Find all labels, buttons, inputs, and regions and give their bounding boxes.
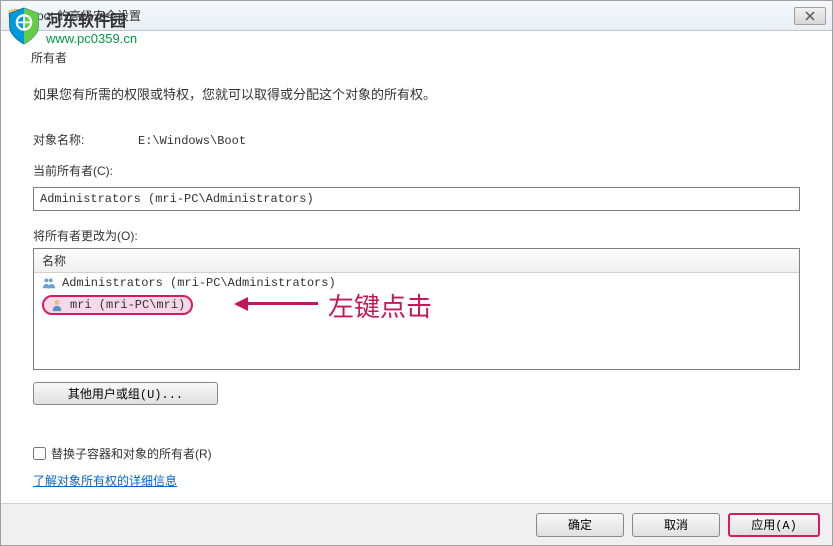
- change-owner-label: 将所有者更改为(O):: [33, 227, 800, 244]
- current-owner-label-row: 当前所有者(C):: [33, 162, 808, 179]
- user-icon: [50, 297, 66, 313]
- cancel-button[interactable]: 取消: [632, 513, 720, 537]
- titlebar: Boot 的高级安全设置: [1, 1, 832, 31]
- owner-list-header[interactable]: 名称: [34, 249, 799, 273]
- tab-owner[interactable]: 所有者: [31, 49, 808, 66]
- object-name-label: 对象名称:: [33, 131, 138, 148]
- current-owner-field: Administrators (mri-PC\Administrators): [33, 187, 800, 211]
- list-item-text: Administrators (mri-PC\Administrators): [62, 276, 336, 290]
- annotation-arrow: [234, 295, 318, 313]
- window-title: Boot 的高级安全设置: [29, 7, 141, 24]
- object-name-row: 对象名称: E:\Windows\Boot: [33, 131, 808, 148]
- current-owner-label: 当前所有者(C):: [33, 162, 113, 179]
- replace-owner-checkbox[interactable]: [33, 447, 46, 460]
- apply-button[interactable]: 应用(A): [728, 513, 820, 537]
- owner-list[interactable]: 名称 Administrators (mri-PC\Administrators…: [33, 248, 800, 370]
- learn-more-link[interactable]: 了解对象所有权的详细信息: [33, 472, 800, 489]
- dialog-window: Boot 的高级安全设置 所有者 如果您有所需的权限或特权，您就可以取得或分配这…: [0, 0, 833, 546]
- object-name-value: E:\Windows\Boot: [138, 134, 246, 148]
- replace-owner-checkbox-row[interactable]: 替换子容器和对象的所有者(R): [33, 445, 800, 462]
- annotation-text: 左键点击: [328, 287, 432, 324]
- content-area: 所有者 如果您有所需的权限或特权，您就可以取得或分配这个对象的所有权。 对象名称…: [1, 31, 832, 503]
- app-icon: [7, 8, 23, 24]
- replace-owner-label: 替换子容器和对象的所有者(R): [51, 445, 212, 462]
- info-text: 如果您有所需的权限或特权，您就可以取得或分配这个对象的所有权。: [33, 84, 808, 103]
- ok-button[interactable]: 确定: [536, 513, 624, 537]
- group-icon: [42, 275, 58, 291]
- other-users-button[interactable]: 其他用户或组(U)...: [33, 382, 218, 405]
- list-item-text: mri (mri-PC\mri): [70, 298, 185, 312]
- highlighted-owner[interactable]: mri (mri-PC\mri): [42, 295, 193, 315]
- list-item[interactable]: mri (mri-PC\mri) 左键点击: [34, 293, 799, 317]
- close-button[interactable]: [794, 7, 826, 25]
- button-bar: 确定 取消 应用(A): [1, 503, 832, 545]
